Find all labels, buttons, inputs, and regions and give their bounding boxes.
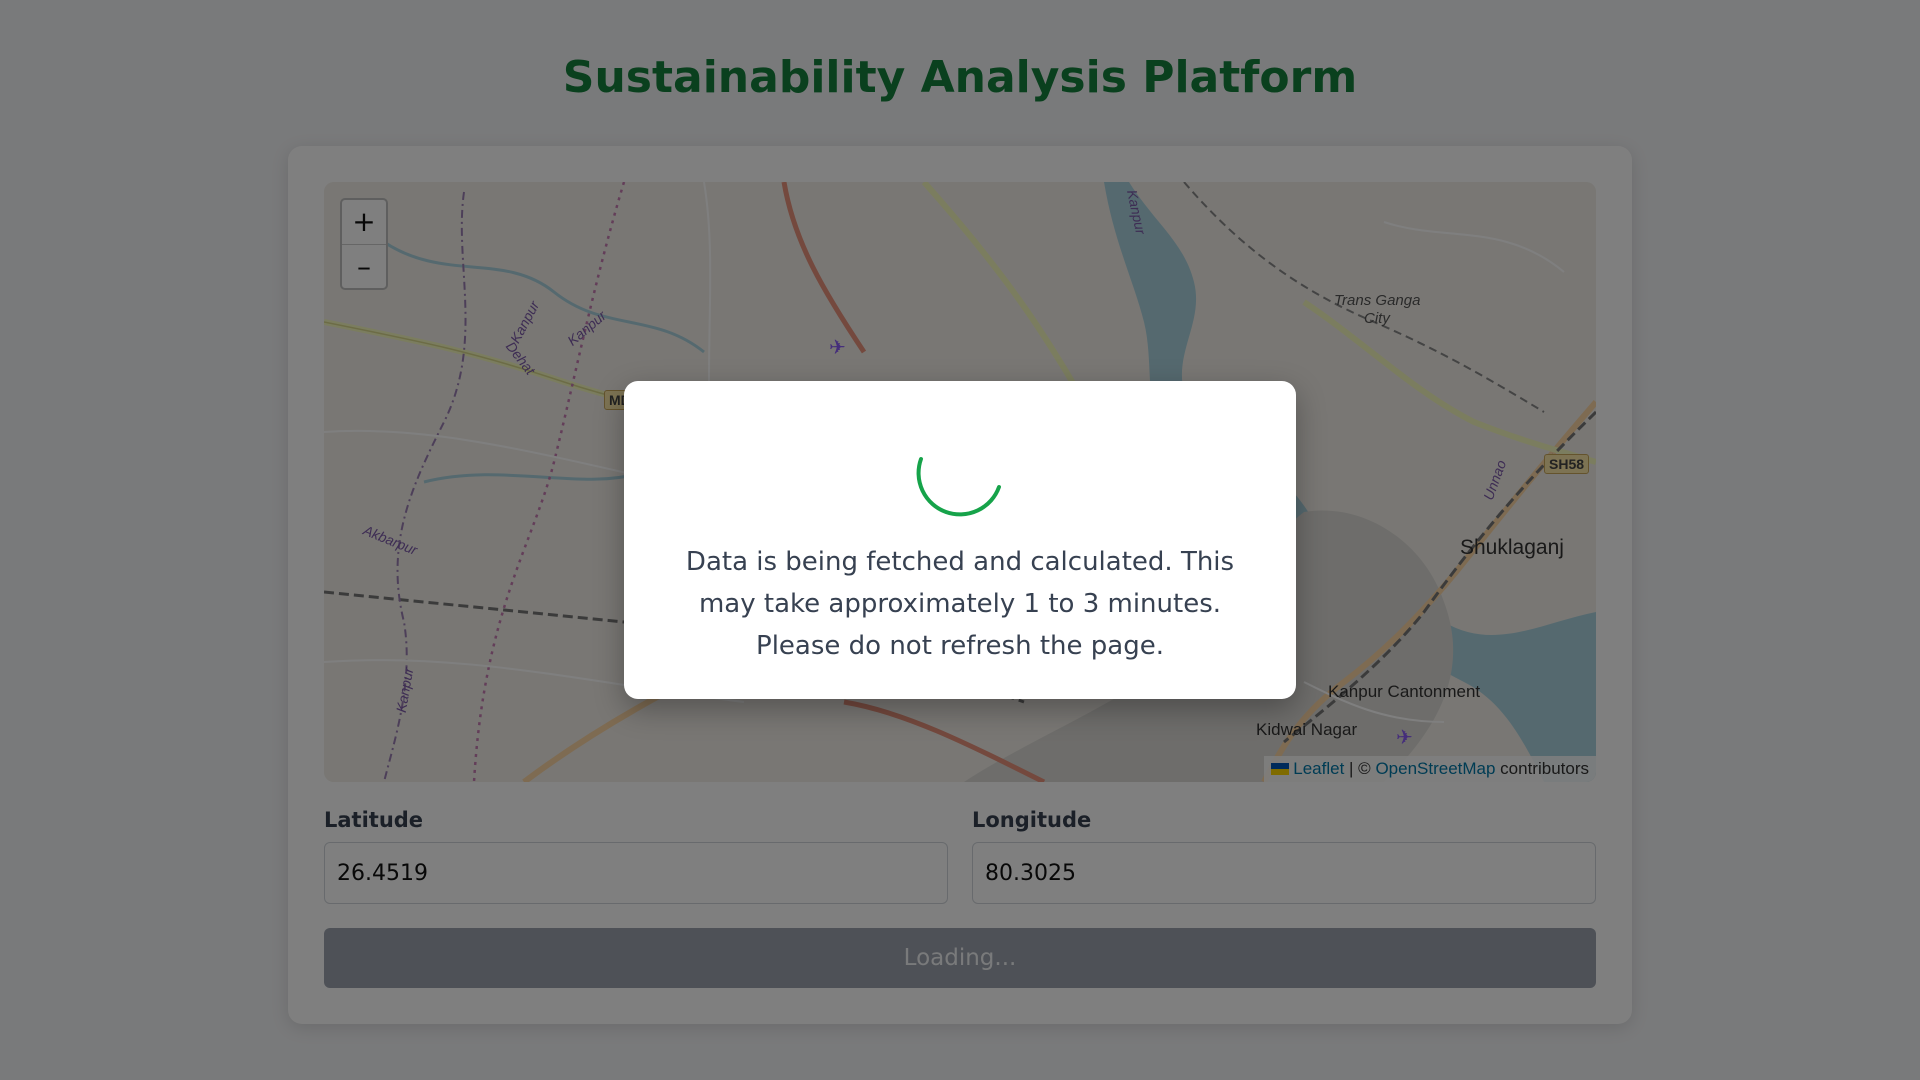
loading-modal: Data is being fetched and calculated. Th… [624,381,1296,699]
loading-spinner-icon [916,457,1001,517]
loading-message: Data is being fetched and calculated. Th… [685,547,1235,661]
page: Sustainability Analysis Platform [0,0,1920,1080]
